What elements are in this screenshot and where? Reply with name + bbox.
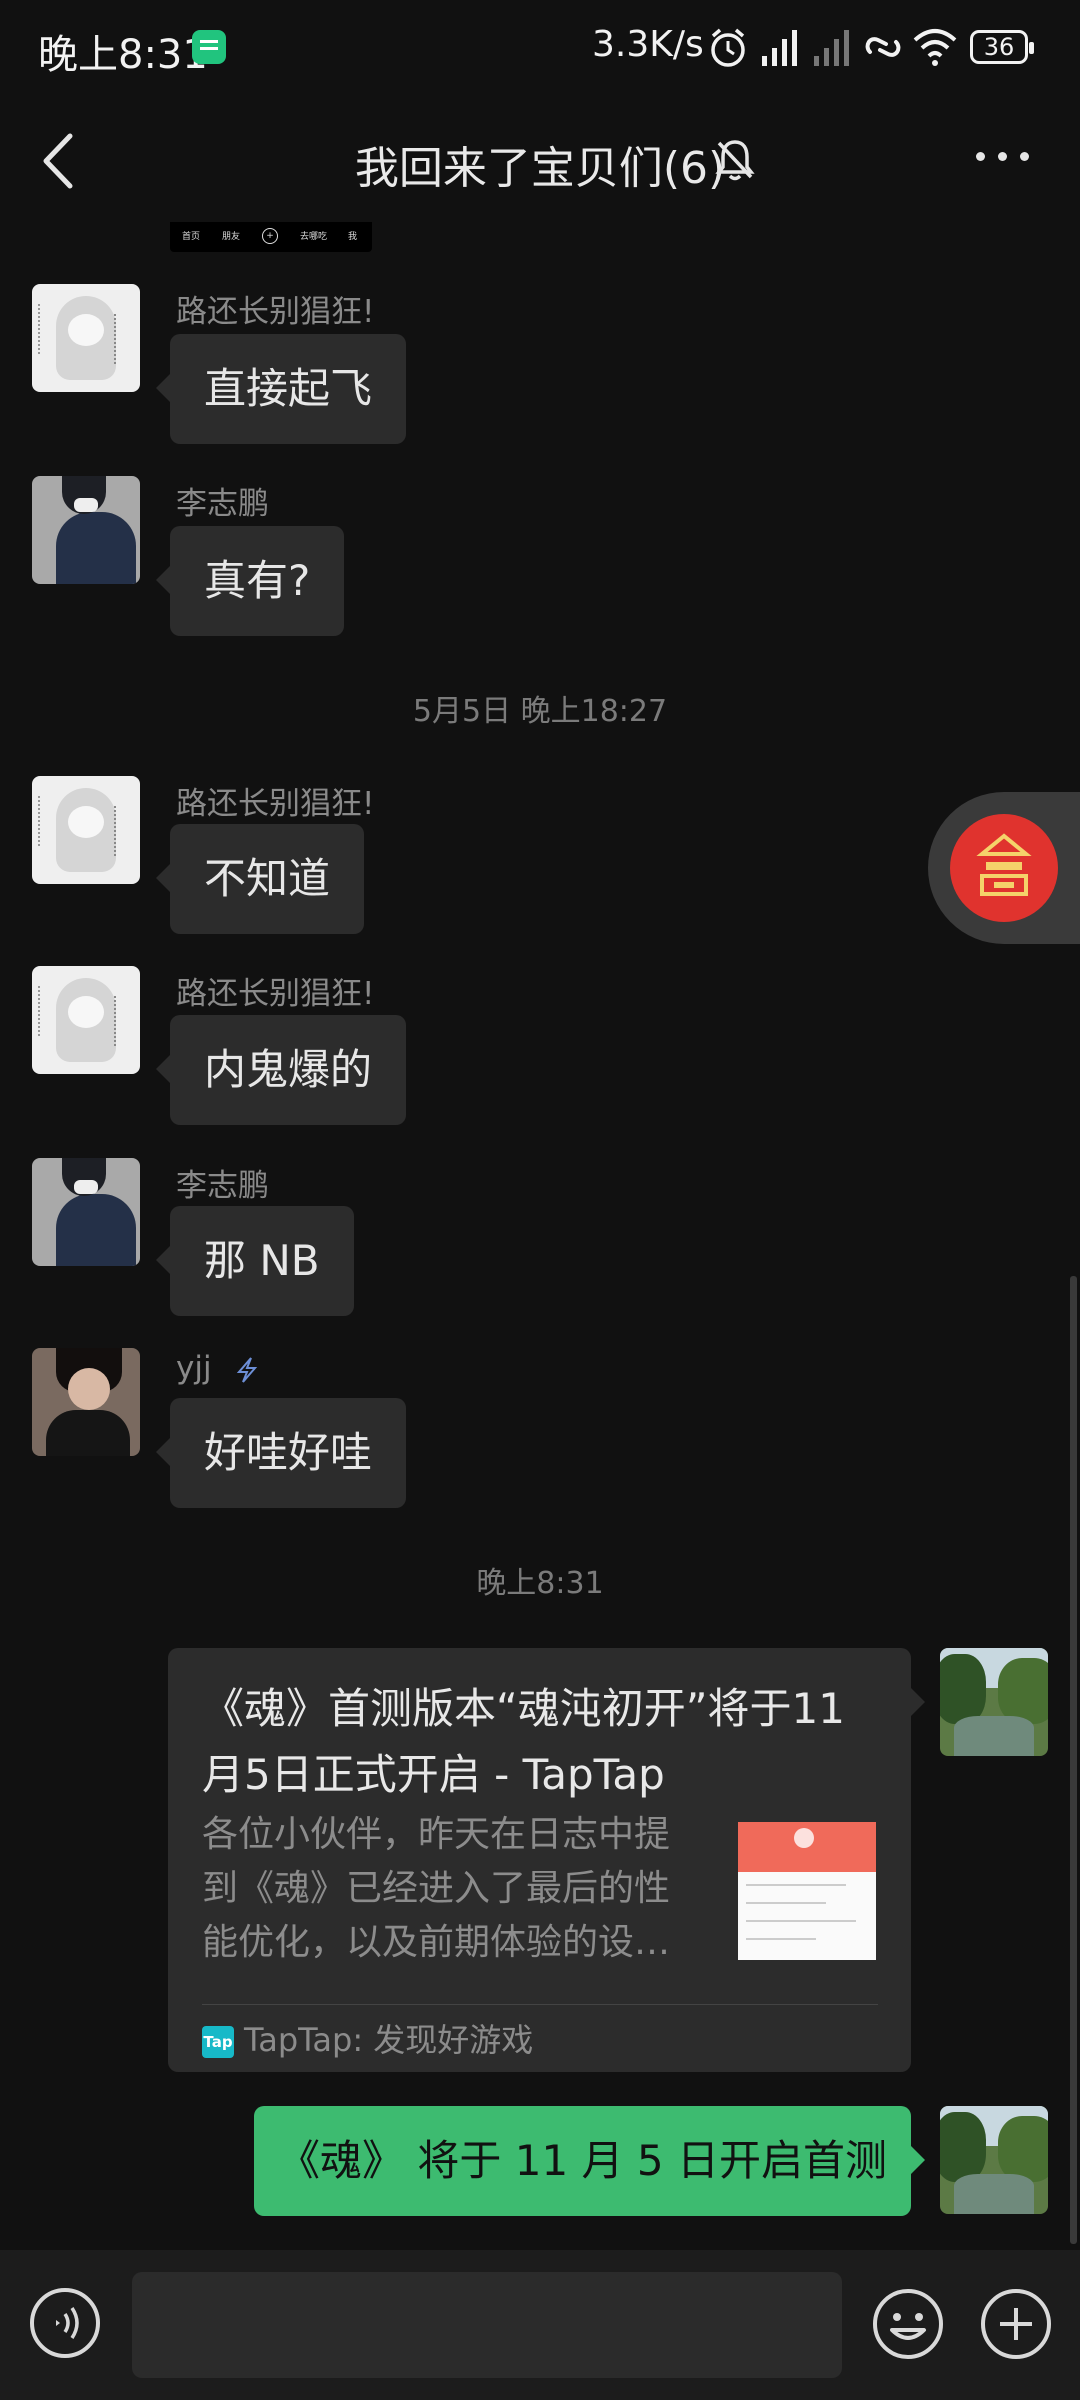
sender-name: yjj — [176, 1350, 261, 1386]
voice-button[interactable] — [30, 2288, 100, 2358]
my-avatar[interactable] — [940, 2106, 1048, 2214]
taptap-icon: Tap — [202, 2026, 234, 2058]
wifi-icon — [913, 29, 957, 66]
battery-indicator: 36 — [970, 30, 1034, 64]
more-options-icon[interactable] — [976, 142, 1030, 170]
alarm-icon — [711, 28, 745, 67]
link-card[interactable]: 《魂》首测版本“魂沌初开”将于11月5日正式开启 - TapTap 各位小伙伴，… — [168, 1648, 925, 2072]
partial-image-label: 朋友 — [222, 232, 241, 242]
avatar[interactable] — [32, 966, 140, 1074]
message-input[interactable] — [132, 2272, 842, 2378]
link-icon — [865, 37, 901, 57]
red-packet-icon — [950, 814, 1058, 922]
message-bubble[interactable]: 直接起飞 — [155, 334, 407, 444]
avatar[interactable] — [32, 1348, 140, 1456]
message-bubble[interactable]: 好哇好哇 — [155, 1398, 407, 1508]
emoji-icon[interactable] — [870, 2286, 946, 2362]
sender-name: 李志鹏 — [176, 1168, 269, 1204]
signal-2-icon — [814, 30, 849, 66]
chat-title-text: 我回来了宝贝们(6) — [354, 143, 726, 194]
status-bar: 晚上8:31 3.3K/s 36 — [0, 0, 1080, 96]
lightning-badge-icon — [237, 1356, 258, 1383]
chat-title: 我回来了宝贝们(6) — [0, 132, 1080, 196]
link-card-divider — [202, 2004, 878, 2005]
outgoing-message-bubble[interactable]: 《魂》 将于 11 月 5 日开启首测 — [254, 2106, 925, 2216]
link-card-description: 各位小伙伴，昨天在日志中提到《魂》已经进入了最后的性能优化，以及前期体验的设… — [202, 1814, 671, 1963]
link-card-source-text: TapTap: 发现好游戏 — [244, 2021, 534, 2059]
timestamp: 晚上8:31 — [476, 1566, 604, 1601]
partial-image-message[interactable]: 首页 朋友 + 去哪吃 我 — [170, 222, 372, 252]
voice-icon — [56, 2307, 79, 2339]
message-bubble[interactable]: 内鬼爆的 — [155, 1015, 407, 1125]
signal-icon — [762, 30, 797, 66]
message-bubble[interactable]: 真有? — [155, 526, 345, 636]
timestamp: 5月5日 晚上18:27 — [412, 694, 668, 729]
sender-name: 路还长别猖狂! — [176, 294, 375, 330]
partial-image-label: 我 — [348, 232, 358, 242]
avatar[interactable] — [32, 284, 140, 392]
notification-app-icon — [192, 30, 226, 64]
partial-image-label: 去哪吃 — [300, 232, 328, 242]
link-card-title: 《魂》首测版本“魂沌初开”将于11月5日正式开启 - TapTap — [202, 1684, 845, 1799]
avatar[interactable] — [32, 1158, 140, 1266]
network-speed: 3.3K/s — [592, 24, 704, 65]
sender-name: 李志鹏 — [176, 486, 269, 522]
red-packet-floating-button[interactable] — [928, 792, 1080, 944]
sender-name: 路还长别猖狂! — [176, 976, 375, 1012]
sender-name: 路还长别猖狂! — [176, 786, 375, 822]
avatar[interactable] — [32, 476, 140, 584]
status-time: 晚上8:31 — [38, 32, 208, 78]
sender-name-text: yjj — [176, 1350, 212, 1386]
avatar[interactable] — [32, 776, 140, 884]
partial-image-label: 首页 — [182, 232, 201, 242]
message-bubble[interactable]: 不知道 — [155, 824, 365, 934]
my-avatar[interactable] — [940, 1648, 1048, 1756]
scrollbar[interactable] — [1070, 1276, 1077, 2244]
mute-bell-icon — [715, 140, 755, 181]
plus-icon[interactable] — [978, 2286, 1054, 2362]
link-card-thumbnail — [738, 1822, 876, 1960]
link-card-source: Tap TapTap: 发现好游戏 — [202, 2016, 533, 2064]
message-bubble[interactable]: 那 NB — [156, 1206, 354, 1316]
partial-image-label: + — [262, 228, 278, 244]
